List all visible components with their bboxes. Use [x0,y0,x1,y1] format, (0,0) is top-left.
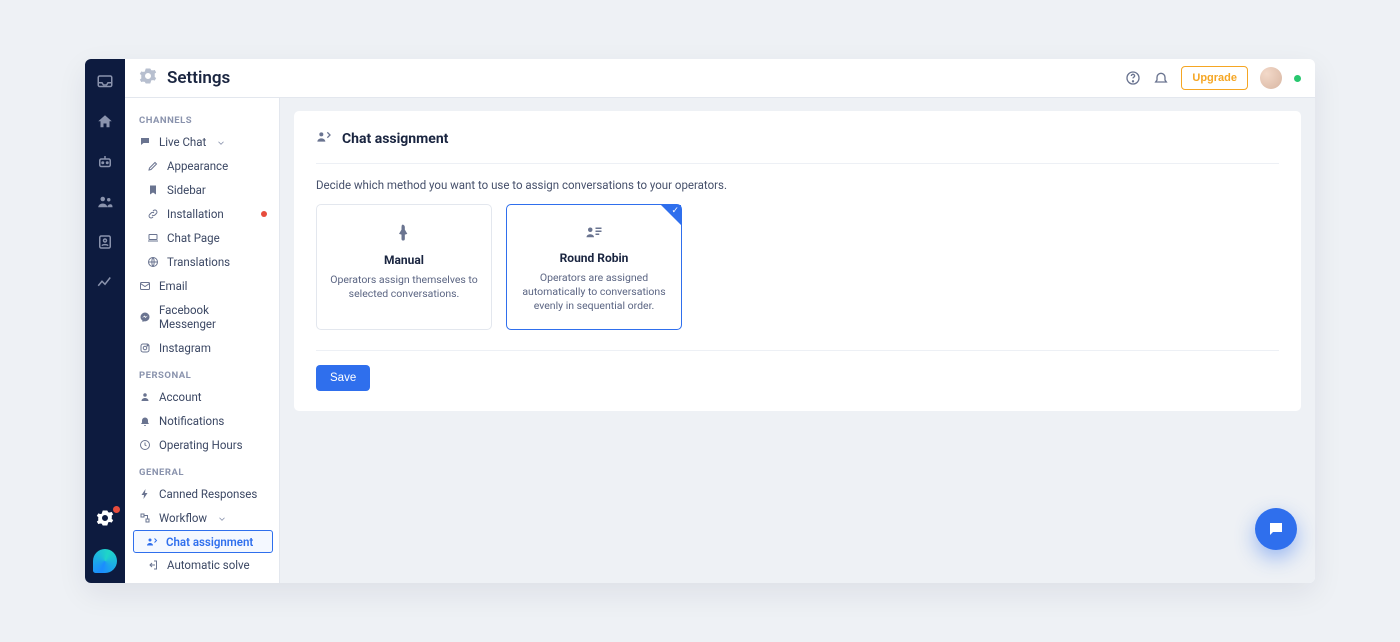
link-icon [147,208,159,220]
upgrade-button[interactable]: Upgrade [1181,66,1248,90]
header-bar: Settings Upgrade [125,59,1315,98]
pencil-icon [147,160,159,172]
user-icon [139,391,151,403]
chevron-down-icon [216,137,226,147]
settings-nav: CHANNELS Live Chat Appearance Sidebar Instal… [125,59,280,583]
nav-item-label: Workflow [159,511,207,525]
nav-item-label: Translations [167,255,230,269]
chat-icon [139,136,151,148]
nav-item-label: Email [159,279,187,293]
rail-home-icon[interactable] [96,113,114,131]
nav-item-label: Operating Hours [159,438,243,452]
nav-item-appearance[interactable]: Appearance [125,154,279,178]
clock-icon [139,439,151,451]
rail-inbox-icon[interactable] [96,73,114,91]
gear-icon [139,67,157,89]
chevron-down-icon [217,513,227,523]
nav-item-live-chat[interactable]: Live Chat [125,130,279,154]
content-area: Chat assignment Decide which method you … [280,59,1315,583]
card-description: Operators are assigned automatically to … [519,271,669,314]
bell-icon [139,415,151,427]
avatar[interactable] [1260,67,1282,89]
rail-settings-icon[interactable] [96,509,114,527]
alert-dot [261,211,267,217]
card-icon [519,223,669,241]
nav-item-label: Account [159,390,202,404]
nav-section-title: GENERAL [125,461,279,482]
messenger-icon [139,311,151,323]
nav-item-notifications[interactable]: Notifications [125,409,279,433]
instagram-icon [139,342,151,354]
option-card-round-robin[interactable]: Round Robin Operators are assigned automa… [506,204,682,330]
nav-item-instagram[interactable]: Instagram [125,336,279,360]
nav-item-workflow[interactable]: Workflow [125,506,279,530]
chat-fab[interactable] [1255,508,1297,550]
nav-item-translations[interactable]: Translations [125,250,279,274]
bolt-icon [139,488,151,500]
card-title: Round Robin [519,251,669,265]
laptop-icon [147,232,159,244]
page-title: Settings [167,68,230,88]
notifications-icon[interactable] [1153,70,1169,86]
exit-icon [147,559,159,571]
nav-item-sidebar[interactable]: Sidebar [125,178,279,202]
nav-item-label: Notifications [159,414,224,428]
assignment-options: Manual Operators assign themselves to sel… [316,204,1279,330]
save-button[interactable]: Save [316,365,370,391]
presence-indicator [1294,75,1301,82]
chat-assignment-panel: Chat assignment Decide which method you … [294,111,1301,411]
nav-section-title: PERSONAL [125,364,279,385]
nav-item-label: Appearance [167,159,228,173]
nav-item-label: Instagram [159,341,211,355]
option-card-manual[interactable]: Manual Operators assign themselves to sel… [316,204,492,330]
nav-item-chat-assignment[interactable]: Chat assignment [133,530,273,553]
nav-item-operating-hours[interactable]: Operating Hours [125,433,279,457]
rail-contacts-icon[interactable] [96,193,114,211]
mail-icon [139,280,151,292]
nav-item-facebook-messenger[interactable]: Facebook Messenger [125,298,279,336]
nav-item-label: Chat Page [167,231,220,245]
assign-icon [146,536,158,548]
card-title: Manual [329,253,479,267]
nav-item-label: Canned Responses [159,487,257,501]
nav-item-canned-responses[interactable]: Canned Responses [125,482,279,506]
brand-logo-icon[interactable] [93,549,117,573]
selected-check-icon [661,205,681,225]
rail-id-icon[interactable] [96,233,114,251]
nav-item-label: Facebook Messenger [159,303,267,331]
nav-item-label: Chat assignment [166,535,253,549]
rail-analytics-icon[interactable] [96,273,114,291]
bookmark-icon [147,184,159,196]
nav-item-chat-page[interactable]: Chat Page [125,226,279,250]
alert-dot [113,506,120,513]
nav-item-label: Sidebar [167,183,206,197]
flow-icon [139,512,151,524]
rail-bot-icon[interactable] [96,153,114,171]
icon-rail [85,59,125,583]
card-description: Operators assign themselves to selected … [329,273,479,301]
divider [316,350,1279,351]
nav-item-label: Live Chat [159,135,206,149]
nav-item-label: Installation [167,207,224,221]
nav-item-account[interactable]: Account [125,385,279,409]
app-window: Settings Upgrade CHANNELS Live Chat Appear… [85,59,1315,583]
nav-item-label: Automatic solve [167,558,250,572]
panel-title: Chat assignment [342,131,448,147]
nav-item-automatic-solve[interactable]: Automatic solve [125,553,279,577]
nav-item-installation[interactable]: Installation [125,202,279,226]
nav-section-title: CHANNELS [125,109,279,130]
card-icon [329,223,479,243]
assign-icon [316,129,332,149]
globe-icon [147,256,159,268]
nav-item-email[interactable]: Email [125,274,279,298]
panel-description: Decide which method you want to use to a… [316,164,1279,204]
help-icon[interactable] [1125,70,1141,86]
